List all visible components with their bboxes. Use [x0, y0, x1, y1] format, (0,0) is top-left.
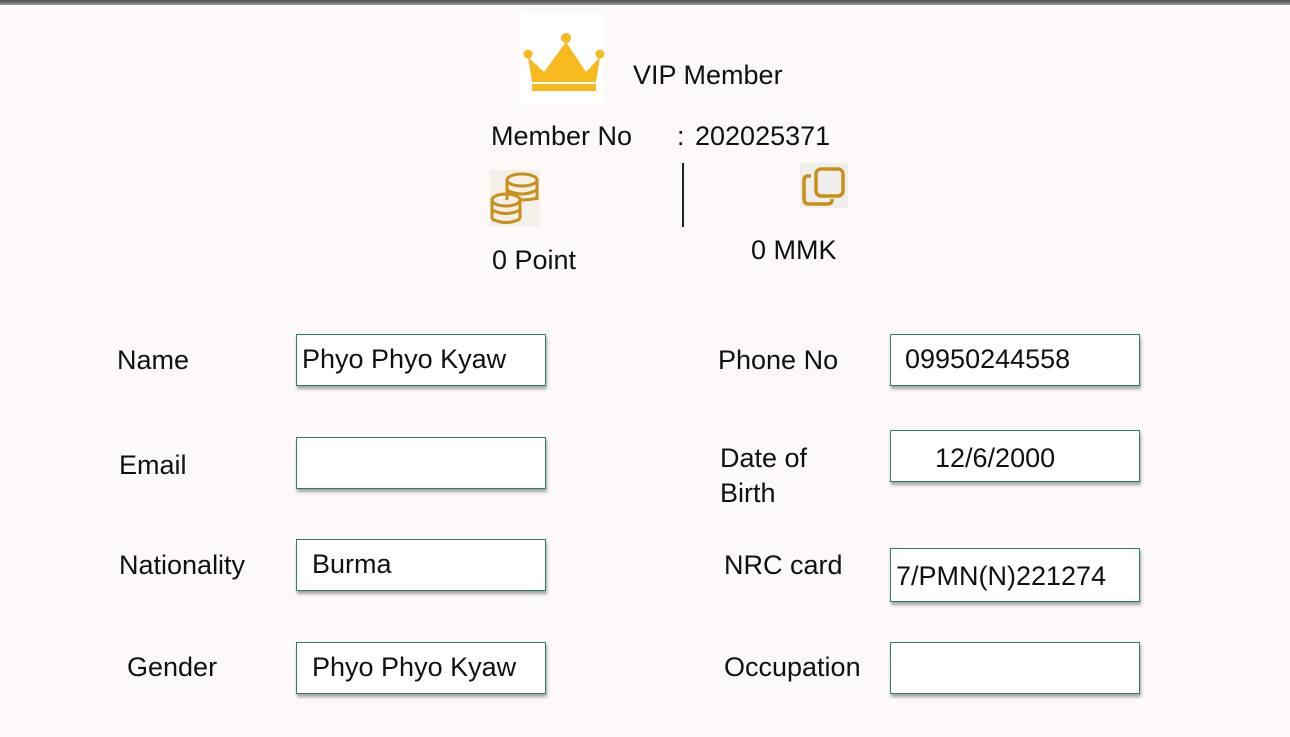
member-no-separator: : [677, 121, 685, 151]
dob-label-line1: Date of [720, 443, 808, 473]
nrc-label: NRC card [724, 550, 843, 580]
dob-label-line2: Birth [720, 478, 776, 508]
copy-icon[interactable] [800, 163, 848, 208]
vertical-divider [682, 163, 684, 227]
nrc-field[interactable]: 7/PMN(N)221274 [890, 548, 1140, 602]
name-label: Name [117, 345, 190, 375]
points-value: 0 Point [492, 245, 577, 275]
name-field[interactable]: Phyo Phyo Kyaw [296, 334, 546, 386]
member-no-label: Member No [491, 121, 633, 151]
nationality-label: Nationality [119, 550, 246, 580]
occupation-label: Occupation [724, 652, 861, 682]
crown-icon [520, 14, 605, 104]
email-label: Email [119, 450, 187, 480]
gender-field[interactable]: Phyo Phyo Kyaw [296, 642, 546, 694]
phone-field[interactable]: 09950244558 [890, 334, 1140, 386]
gender-label: Gender [127, 652, 218, 682]
top-border [0, 0, 1290, 5]
coins-icon [490, 170, 540, 226]
occupation-field[interactable] [890, 642, 1140, 694]
membership-title: VIP Member [633, 60, 783, 90]
member-no-value: 202025371 [695, 121, 831, 151]
nationality-field[interactable]: Burma [296, 539, 546, 591]
dob-field[interactable]: 12/6/2000 [890, 430, 1140, 482]
balance-value: 0 MMK [751, 235, 837, 265]
email-field[interactable] [296, 437, 546, 489]
phone-label: Phone No [718, 345, 839, 375]
